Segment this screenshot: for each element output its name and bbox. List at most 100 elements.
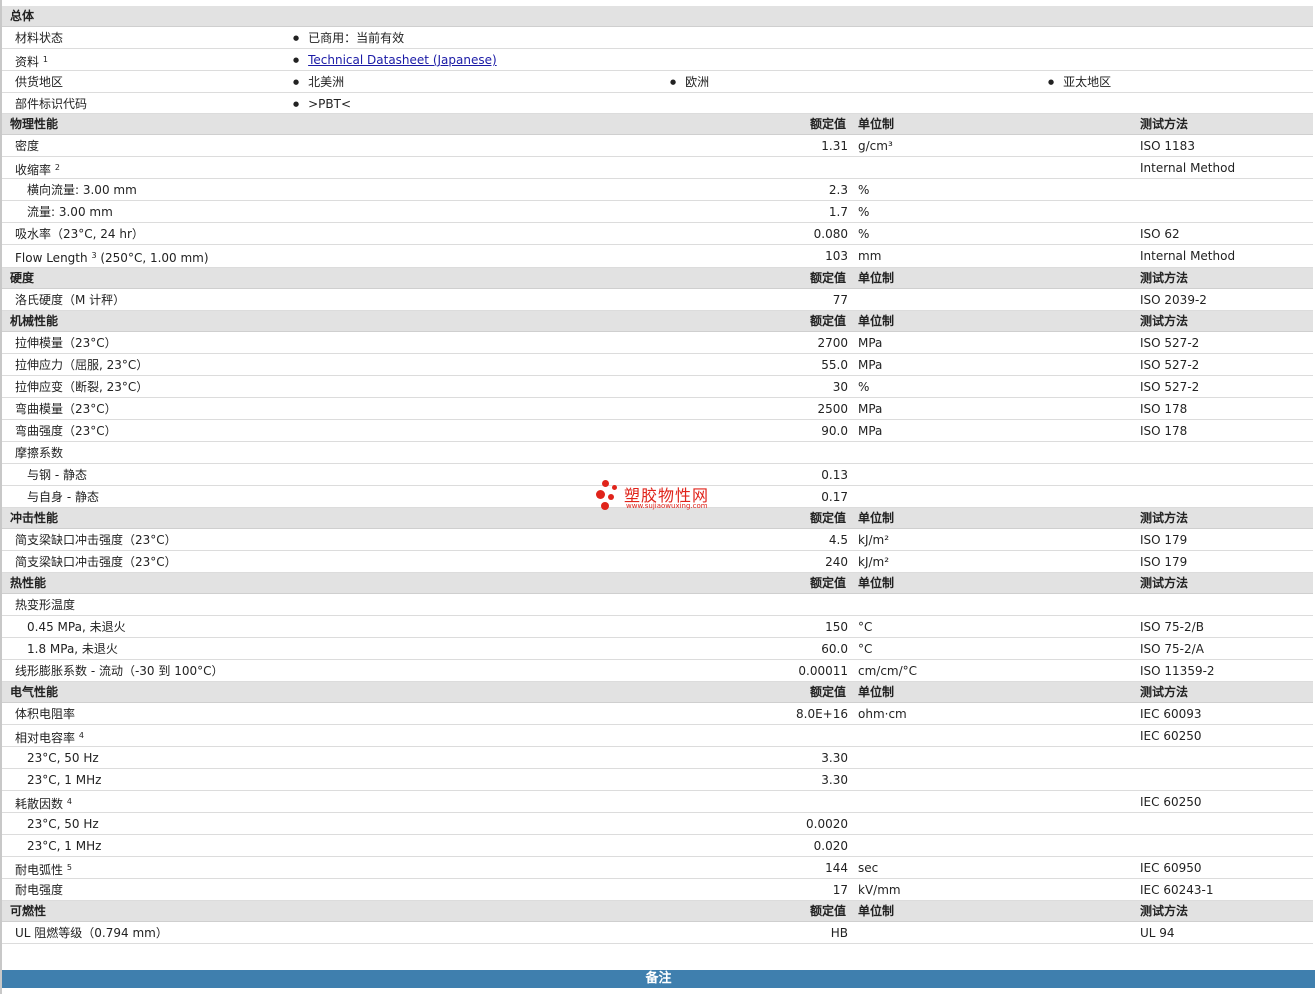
property-unit: ohm·cm bbox=[858, 707, 907, 721]
property-label: 与自身 - 静态 bbox=[27, 486, 99, 508]
property-label: 23°C, 1 MHz bbox=[27, 769, 101, 791]
property-unit: MPa bbox=[858, 358, 883, 372]
property-label-text: Flow Length bbox=[15, 251, 88, 265]
property-value: 2500 bbox=[817, 402, 848, 416]
property-label: 横向流量: 3.00 mm bbox=[27, 179, 137, 201]
unit-header: 单位制 bbox=[858, 314, 895, 328]
property-unit: % bbox=[858, 380, 870, 394]
property-unit: % bbox=[858, 183, 870, 197]
property-row: 摩擦系数 bbox=[2, 442, 1313, 464]
property-label-text: 耐电弧性 bbox=[15, 863, 64, 877]
test-method: ISO 179 bbox=[1140, 533, 1188, 547]
property-value: 77 bbox=[832, 293, 848, 307]
nominal-header: 额定值 bbox=[810, 511, 847, 525]
property-label-text: 密度 bbox=[15, 139, 40, 153]
footnote-ref: 5 bbox=[66, 863, 72, 872]
property-label-text: 简支梁缺口冲击强度（23°C） bbox=[15, 555, 177, 569]
property-row: 流量: 3.00 mm 1.7% bbox=[2, 201, 1313, 223]
property-label: 23°C, 1 MHz bbox=[27, 835, 101, 857]
property-label: 流量: 3.00 mm bbox=[27, 201, 113, 223]
property-row: 耐电强度 17 kV/mm IEC 60243-1 bbox=[2, 879, 1313, 901]
property-unit: sec bbox=[858, 861, 879, 875]
property-label: 与钢 - 静态 bbox=[27, 464, 87, 486]
property-label-text: 体积电阻率 bbox=[15, 707, 76, 721]
section-title: 热性能 bbox=[10, 576, 47, 590]
section-header-electrical: 电气性能 额定值 单位制 测试方法 bbox=[2, 682, 1313, 703]
row-label: 供货地区 bbox=[15, 75, 64, 89]
property-value: 1.7 bbox=[828, 205, 848, 219]
test-method: IEC 60250 bbox=[1140, 795, 1202, 809]
test-method: ISO 2039-2 bbox=[1140, 293, 1207, 307]
row-supply-region: 供货地区 北美洲 欧洲 亚太地区 bbox=[2, 71, 1313, 93]
property-value: HB bbox=[830, 926, 848, 940]
property-row: 23°C, 1 MHz 3.30 bbox=[2, 769, 1313, 791]
property-unit: % bbox=[858, 227, 870, 241]
property-label: 拉伸应变（断裂, 23°C） bbox=[15, 376, 148, 398]
property-value: 144 bbox=[825, 861, 848, 875]
property-value: 0.080 bbox=[813, 227, 848, 241]
property-row: 简支梁缺口冲击强度（23°C） 240 kJ/m² ISO 179 bbox=[2, 551, 1313, 573]
property-label: 耐电弧性 5 bbox=[15, 857, 72, 881]
property-unit: MPa bbox=[858, 336, 883, 350]
property-unit: °C bbox=[858, 620, 873, 634]
notes-bar: 备注 bbox=[2, 970, 1315, 988]
technical-datasheet-link[interactable]: Technical Datasheet (Japanese) bbox=[308, 53, 497, 67]
method-header: 测试方法 bbox=[1140, 576, 1189, 590]
property-label: 弯曲模量（23°C） bbox=[15, 398, 117, 420]
section-header-flammability: 可燃性 额定值 单位制 测试方法 bbox=[2, 901, 1313, 922]
property-row: 线形膨胀系数 - 流动（-30 到 100°C） 0.00011 cm/cm/°C I… bbox=[2, 660, 1313, 682]
property-value: 3.30 bbox=[821, 751, 848, 765]
property-label-text: 吸水率（23°C, 24 hr） bbox=[15, 227, 144, 241]
region-europe: 欧洲 bbox=[670, 71, 709, 95]
section-header-hardness: 硬度 额定值 单位制 测试方法 bbox=[2, 268, 1313, 289]
property-value: 0.13 bbox=[821, 468, 848, 482]
property-label-text: UL 阻燃等级（0.794 mm） bbox=[15, 926, 168, 940]
property-value: 3.30 bbox=[821, 773, 848, 787]
property-label: 弯曲强度（23°C） bbox=[15, 420, 117, 442]
property-label: Flow Length 3 (250°C, 1.00 mm) bbox=[15, 245, 209, 269]
property-row: 弯曲强度（23°C） 90.0 MPa ISO 178 bbox=[2, 420, 1313, 442]
method-header: 测试方法 bbox=[1140, 117, 1189, 131]
property-label-text: 线形膨胀系数 - 流动（-30 到 100°C） bbox=[15, 664, 224, 678]
footnote-ref: 4 bbox=[78, 731, 84, 740]
test-method: ISO 178 bbox=[1140, 424, 1188, 438]
section-header-general: 总体 bbox=[2, 6, 1313, 27]
section-title: 冲击性能 bbox=[10, 511, 59, 525]
property-label: 简支梁缺口冲击强度（23°C） bbox=[15, 529, 177, 551]
property-unit: g/cm³ bbox=[858, 139, 893, 153]
property-label: 0.45 MPa, 未退火 bbox=[27, 616, 126, 638]
property-row: 热变形温度 bbox=[2, 594, 1313, 616]
property-label-text: 拉伸模量（23°C） bbox=[15, 336, 117, 350]
property-value: 90.0 bbox=[821, 424, 848, 438]
property-label-text: 弯曲模量（23°C） bbox=[15, 402, 117, 416]
property-row: 密度 1.31 g/cm³ ISO 1183 bbox=[2, 135, 1313, 157]
property-value: 2700 bbox=[817, 336, 848, 350]
row-part-id: 部件标识代码 >PBT< bbox=[2, 93, 1313, 114]
test-method: ISO 75-2/A bbox=[1140, 642, 1204, 656]
property-value: 55.0 bbox=[821, 358, 848, 372]
footnote-ref: 2 bbox=[54, 163, 60, 172]
property-label-text: 1.8 MPa, 未退火 bbox=[27, 642, 118, 656]
test-method: IEC 60950 bbox=[1140, 861, 1202, 875]
property-row: 简支梁缺口冲击强度（23°C） 4.5 kJ/m² ISO 179 bbox=[2, 529, 1313, 551]
property-row: 相对电容率 4 IEC 60250 bbox=[2, 725, 1313, 747]
property-unit: kJ/m² bbox=[858, 533, 890, 547]
method-header: 测试方法 bbox=[1140, 685, 1189, 699]
property-label-text: 洛氏硬度（M 计秤） bbox=[15, 293, 126, 307]
row-info: 资料 1 Technical Datasheet (Japanese) bbox=[2, 49, 1313, 71]
property-label-tail: (250°C, 1.00 mm) bbox=[100, 251, 209, 265]
property-label: 体积电阻率 bbox=[15, 703, 75, 725]
section-title: 物理性能 bbox=[10, 117, 59, 131]
property-row: 体积电阻率 8.0E+16 ohm·cm IEC 60093 bbox=[2, 703, 1313, 725]
property-label-text: 摩擦系数 bbox=[15, 446, 64, 460]
property-row: 23°C, 50 Hz 3.30 bbox=[2, 747, 1313, 769]
row-label: 资料 1 bbox=[15, 55, 48, 69]
test-method: ISO 75-2/B bbox=[1140, 620, 1204, 634]
property-row: 拉伸模量（23°C） 2700 MPa ISO 527-2 bbox=[2, 332, 1313, 354]
property-label: 洛氏硬度（M 计秤） bbox=[15, 289, 125, 311]
property-label-text: 热变形温度 bbox=[15, 598, 76, 612]
test-method: ISO 527-2 bbox=[1140, 336, 1200, 350]
property-label-text: 拉伸应力（屈服, 23°C） bbox=[15, 358, 149, 372]
unit-header: 单位制 bbox=[858, 685, 895, 699]
test-method: ISO 1183 bbox=[1140, 139, 1195, 153]
